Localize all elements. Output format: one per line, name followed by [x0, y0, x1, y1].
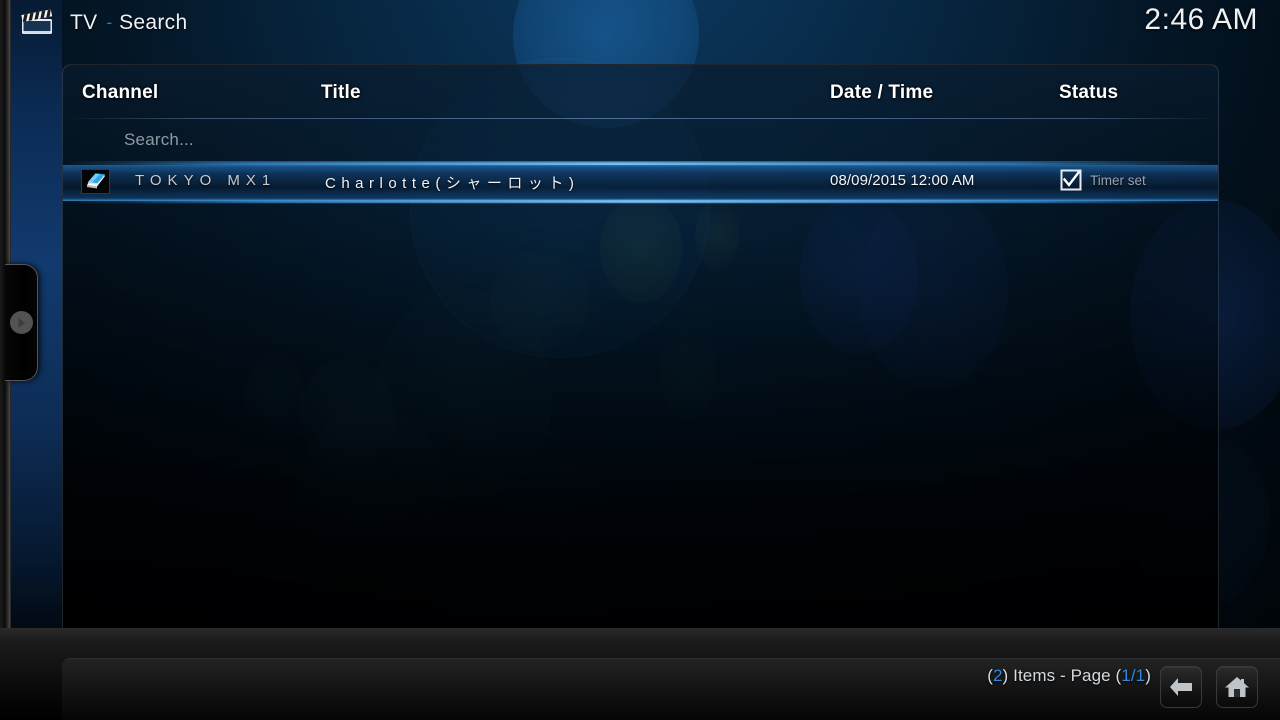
sidebar-flyout-tab[interactable] [5, 264, 38, 381]
timer-check-icon [1060, 169, 1082, 191]
clock: 2:46 AM [1144, 3, 1258, 36]
item-count: 2 [992, 666, 1003, 685]
column-header-datetime: Date / Time [830, 82, 934, 103]
column-header-title: Title [321, 82, 361, 103]
search-results-panel: Channel Title Date / Time Status Search.… [62, 64, 1219, 653]
expand-sidebar-arrow-icon[interactable] [9, 311, 33, 334]
cell-channel: TOKYO MX1 [135, 172, 277, 189]
header-separator: - [106, 13, 113, 32]
table-column-headers: Channel Title Date / Time Status [63, 65, 1218, 119]
back-arrow-icon[interactable] [1160, 666, 1202, 708]
pagination-info: (2) Items - Page (1/1) [987, 666, 1151, 686]
channel-logo-icon [81, 169, 110, 194]
row-highlight-bottom-glow [63, 200, 1218, 203]
column-header-channel: Channel [82, 82, 159, 103]
table-row[interactable]: TOKYO MX1 Charlotte(シャーロット) 08/09/2015 1… [63, 162, 1218, 203]
cell-datetime: 08/09/2015 12:00 AM [830, 172, 975, 189]
home-icon[interactable] [1216, 666, 1258, 708]
header-section-label: TV [70, 11, 98, 34]
column-header-status: Status [1059, 82, 1119, 103]
search-input-row[interactable]: Search... [63, 119, 1218, 162]
paren-close-2: ) [1145, 666, 1151, 685]
paren-close: ) [1002, 666, 1009, 685]
status-badge: Timer set [1090, 173, 1146, 188]
page-title: Search [119, 11, 188, 34]
window-header: TV - Search 2:46 AM [0, 0, 1280, 46]
page-number: 1/1 [1121, 666, 1146, 685]
cell-title: Charlotte(シャーロット) [325, 175, 580, 192]
clapperboard-icon [20, 9, 56, 37]
items-label: Items - Page [1013, 666, 1111, 685]
search-input[interactable]: Search... [124, 130, 194, 150]
